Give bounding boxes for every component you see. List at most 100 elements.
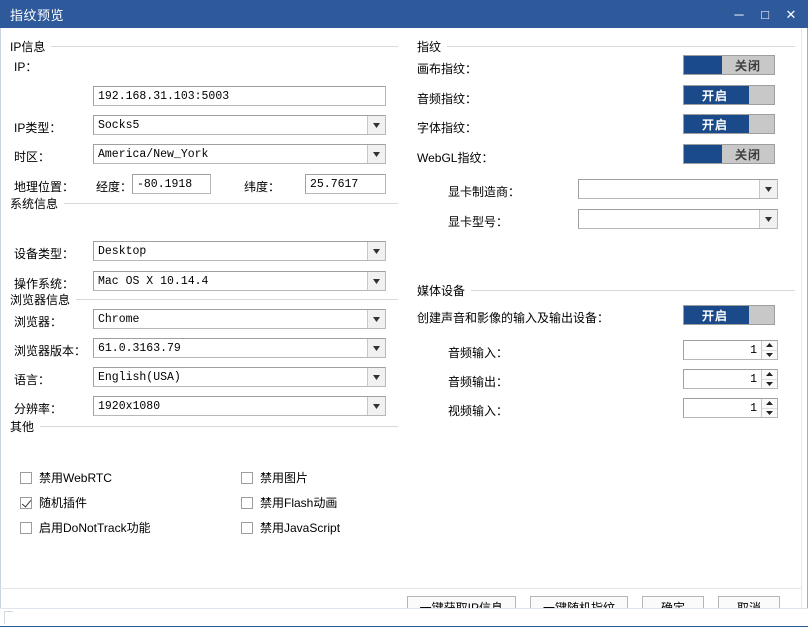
resolution-value: 1920x1080 bbox=[98, 399, 161, 413]
stepper-buttons[interactable] bbox=[761, 341, 777, 359]
video-input-stepper[interactable]: 1 bbox=[683, 398, 778, 418]
os-select[interactable]: Mac OS X 10.14.4 bbox=[93, 271, 386, 291]
browser-version-select[interactable]: 61.0.3163.79 bbox=[93, 338, 386, 358]
window-controls: ─ □ ✕ bbox=[726, 0, 804, 28]
ip-type-value: Socks5 bbox=[98, 118, 140, 132]
minimize-icon[interactable]: ─ bbox=[726, 3, 752, 25]
stepper-buttons[interactable] bbox=[761, 399, 777, 417]
group-media-devices-rule bbox=[471, 289, 795, 291]
group-system-info: 系统信息 bbox=[10, 195, 398, 211]
group-ip-info-header: IP信息 bbox=[10, 38, 398, 54]
ip-type-select[interactable]: Socks5 bbox=[93, 115, 386, 135]
stepper-buttons[interactable] bbox=[761, 370, 777, 388]
checkbox-label: 随机插件 bbox=[39, 496, 88, 510]
toggle-state-label: 关闭 bbox=[734, 58, 761, 73]
gpu-model-select[interactable] bbox=[578, 209, 778, 229]
checkbox-label: 禁用JavaScript bbox=[260, 521, 341, 535]
stepper-up-icon[interactable] bbox=[762, 341, 777, 351]
stepper-down-icon[interactable] bbox=[762, 380, 777, 389]
create-media-devices-label: 创建声音和影像的输入及输出设备： bbox=[417, 311, 610, 325]
os-value: Mac OS X 10.14.4 bbox=[98, 274, 209, 288]
device-type-select[interactable]: Desktop bbox=[93, 241, 386, 261]
os-label: 操作系统： bbox=[14, 277, 75, 291]
left-panel: IP信息 IP： 192.168.31.103:5003 IP类型： Socks… bbox=[0, 28, 410, 588]
chevron-down-icon[interactable] bbox=[759, 180, 777, 198]
ip-input[interactable]: 192.168.31.103:5003 bbox=[93, 86, 386, 106]
checkbox-random-plugins[interactable]: 随机插件 bbox=[20, 494, 87, 511]
chevron-down-icon[interactable] bbox=[367, 242, 385, 260]
chevron-down-icon[interactable] bbox=[367, 310, 385, 328]
dialog-body: IP信息 IP： 192.168.31.103:5003 IP类型： Socks… bbox=[0, 28, 808, 627]
checkbox-box[interactable] bbox=[241, 496, 253, 509]
group-other-title: 其他 bbox=[10, 419, 35, 434]
video-input-value: 1 bbox=[750, 401, 757, 415]
toggle-state-label: 开启 bbox=[701, 308, 728, 323]
browser-label: 浏览器： bbox=[14, 315, 63, 329]
group-browser-info: 浏览器信息 bbox=[10, 291, 398, 307]
device-type-label: 设备类型： bbox=[14, 247, 75, 261]
group-media-devices-title: 媒体设备 bbox=[417, 283, 466, 298]
stepper-up-icon[interactable] bbox=[762, 370, 777, 380]
toggle-state-label: 开启 bbox=[701, 117, 728, 132]
canvas-fingerprint-toggle[interactable]: 关闭 bbox=[683, 55, 775, 75]
latitude-value: 25.7617 bbox=[310, 177, 359, 191]
checkbox-box[interactable] bbox=[241, 471, 253, 484]
chevron-down-icon[interactable] bbox=[759, 210, 777, 228]
audio-output-stepper[interactable]: 1 bbox=[683, 369, 778, 389]
checkbox-disable-flash[interactable]: 禁用Flash动画 bbox=[241, 494, 337, 511]
longitude-label: 经度： bbox=[96, 180, 133, 194]
resolution-select[interactable]: 1920x1080 bbox=[93, 396, 386, 416]
checkbox-disable-images[interactable]: 禁用图片 bbox=[241, 469, 308, 486]
gpu-vendor-label: 显卡制造商： bbox=[448, 185, 521, 199]
ip-input-value: 192.168.31.103:5003 bbox=[98, 89, 230, 103]
stepper-down-icon[interactable] bbox=[762, 409, 777, 418]
resize-grip-icon[interactable] bbox=[4, 611, 13, 624]
audio-input-value: 1 bbox=[750, 343, 757, 357]
longitude-input[interactable]: -80.1918 bbox=[132, 174, 211, 194]
timezone-label: 时区： bbox=[14, 150, 51, 164]
chevron-down-icon[interactable] bbox=[367, 339, 385, 357]
checkbox-enable-donottrack[interactable]: 启用DoNotTrack功能 bbox=[20, 519, 151, 536]
group-fingerprint-header: 指纹 bbox=[417, 38, 795, 54]
longitude-value: -80.1918 bbox=[137, 177, 193, 191]
language-value: English(USA) bbox=[98, 370, 181, 384]
group-ip-info-title: IP信息 bbox=[10, 39, 46, 54]
stepper-up-icon[interactable] bbox=[762, 399, 777, 409]
chevron-down-icon[interactable] bbox=[367, 368, 385, 386]
create-media-devices-toggle[interactable]: 开启 bbox=[683, 305, 775, 325]
field-ip: IP： bbox=[14, 58, 92, 75]
timezone-select[interactable]: America/New_York bbox=[93, 144, 386, 164]
stepper-down-icon[interactable] bbox=[762, 351, 777, 360]
latitude-input[interactable]: 25.7617 bbox=[305, 174, 386, 194]
language-select[interactable]: English(USA) bbox=[93, 367, 386, 387]
window-title: 指纹预览 bbox=[10, 7, 65, 23]
device-type-value: Desktop bbox=[98, 244, 147, 258]
chevron-down-icon[interactable] bbox=[367, 145, 385, 163]
gpu-model-label: 显卡型号： bbox=[448, 215, 509, 229]
ip-type-label: IP类型： bbox=[14, 121, 62, 135]
checkbox-box[interactable] bbox=[20, 496, 32, 509]
checkbox-box[interactable] bbox=[241, 521, 253, 534]
browser-select[interactable]: Chrome bbox=[93, 309, 386, 329]
chevron-down-icon[interactable] bbox=[367, 397, 385, 415]
audio-fingerprint-label: 音频指纹： bbox=[417, 92, 478, 106]
checkbox-disable-webrtc[interactable]: 禁用WebRTC bbox=[20, 469, 112, 486]
audio-input-label: 音频输入： bbox=[448, 346, 509, 360]
audio-input-stepper[interactable]: 1 bbox=[683, 340, 778, 360]
checkbox-box[interactable] bbox=[20, 471, 32, 484]
group-system-info-rule bbox=[64, 202, 398, 204]
close-icon[interactable]: ✕ bbox=[778, 3, 804, 25]
checkbox-label: 启用DoNotTrack功能 bbox=[39, 521, 151, 535]
chevron-down-icon[interactable] bbox=[367, 272, 385, 290]
checkbox-box[interactable] bbox=[20, 521, 32, 534]
audio-fingerprint-toggle[interactable]: 开启 bbox=[683, 85, 775, 105]
font-fingerprint-toggle[interactable]: 开启 bbox=[683, 114, 775, 134]
maximize-icon[interactable]: □ bbox=[752, 3, 778, 25]
ip-label: IP： bbox=[14, 60, 38, 74]
toggle-state-label: 开启 bbox=[701, 88, 728, 103]
checkbox-disable-javascript[interactable]: 禁用JavaScript bbox=[241, 519, 340, 536]
gpu-vendor-select[interactable] bbox=[578, 179, 778, 199]
group-browser-info-title: 浏览器信息 bbox=[10, 292, 71, 307]
chevron-down-icon[interactable] bbox=[367, 116, 385, 134]
webgl-fingerprint-toggle[interactable]: 关闭 bbox=[683, 144, 775, 164]
